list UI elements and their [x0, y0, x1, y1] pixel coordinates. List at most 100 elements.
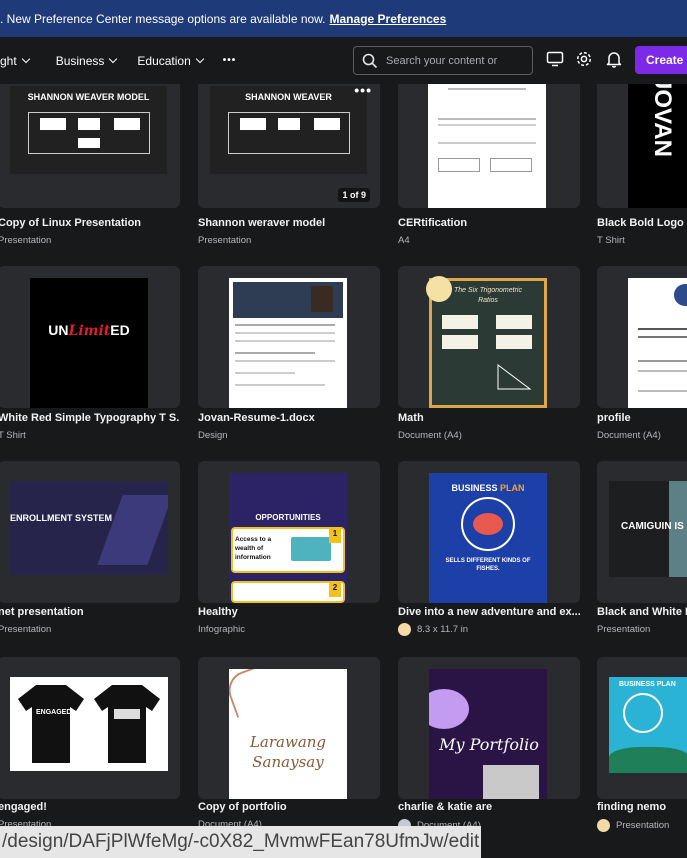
search-input[interactable]: [386, 54, 526, 67]
card-thumbnail[interactable]: ENGAGED: [0, 657, 180, 799]
typography-thumbnail: UNLimitED: [30, 278, 148, 408]
card-title[interactable]: engaged!: [0, 801, 180, 813]
card-title[interactable]: Copy of Linux Presentation: [0, 217, 180, 229]
card-title[interactable]: Dive into a new adventure and ex...: [398, 606, 580, 618]
card-type: T Shirt: [597, 235, 625, 246]
card-title[interactable]: Black and White M: [597, 606, 687, 618]
presentation-thumbnail: CAMIGUIN IS: [609, 481, 687, 577]
create-design-button[interactable]: Create a: [635, 46, 687, 74]
preference-banner: . New Preference Center message options …: [0, 0, 687, 37]
thumbnail-text: Ratios: [478, 297, 498, 304]
presentation-thumbnail: ENROLLMENT SYSTEM: [10, 481, 168, 575]
card-type: T Shirt: [0, 430, 26, 441]
search-icon: [362, 53, 378, 68]
thumbnail-text: Limit: [68, 323, 111, 339]
card-thumbnail[interactable]: [198, 266, 380, 408]
thumbnail-text: ENROLLMENT SYSTEM: [10, 513, 113, 523]
card-title[interactable]: Math: [398, 412, 580, 424]
card-subtitle: T Shirt: [0, 430, 26, 441]
search-bar[interactable]: [353, 46, 533, 75]
card-title[interactable]: finding nemo: [597, 801, 687, 813]
more-menu-button[interactable]: •••: [223, 55, 237, 66]
thumbnail-text: SELLS DIFFERENT KINDS OF FISHES.: [445, 558, 531, 572]
portfolio-thumbnail: My Portfolio: [429, 669, 547, 799]
thumbnail-text: CAMIGUIN IS: [621, 521, 684, 532]
card-title[interactable]: Shannon weraver model: [198, 217, 380, 229]
card-type: Presentation: [616, 820, 670, 831]
settings-gear-icon[interactable]: [574, 49, 594, 69]
card-title[interactable]: net presentation: [0, 606, 180, 618]
thumbnail-text: Larawang: [249, 733, 327, 751]
resume-thumbnail: [229, 278, 347, 408]
card-thumbnail[interactable]: OPPORTUNITIES Access to a wealth of info…: [198, 461, 380, 603]
chevron-down-icon: [109, 54, 118, 64]
thumbnail-text: OPPORTUNITIES: [255, 513, 321, 522]
thumbnail-text: My Portfolio: [439, 735, 539, 754]
thumbnail-text: 1: [329, 529, 341, 543]
card-thumbnail[interactable]: UNLimitED: [0, 266, 180, 408]
card-title[interactable]: charlie & katie are: [398, 801, 580, 813]
nav-item-label: Education: [137, 53, 191, 68]
card-title[interactable]: Jovan-Resume-1.docx: [198, 412, 380, 424]
notifications-bell-icon[interactable]: [604, 49, 624, 69]
tshirt-logo-thumbnail: JOVAN: [628, 84, 687, 208]
desktop-app-icon[interactable]: [545, 49, 565, 69]
thumbnail-text: ENGAGED: [36, 709, 72, 716]
avatar: [398, 623, 411, 636]
card-title[interactable]: Healthy: [198, 606, 380, 618]
nav-item-business[interactable]: Business: [56, 54, 118, 68]
card-type: Presentation: [198, 235, 252, 246]
card-thumbnail[interactable]: BUSINESS PLAN SELLS DIFFERENT KINDS OF F…: [398, 461, 580, 603]
banner-message: . New Preference Center message options …: [0, 11, 326, 26]
card-title[interactable]: CERtification: [398, 217, 580, 229]
chevron-down-icon: [21, 54, 30, 64]
card-title[interactable]: Copy of portfolio: [198, 801, 380, 813]
card-type: Document (A4): [398, 430, 462, 441]
profile-thumbnail: [628, 278, 687, 408]
manage-preferences-link[interactable]: Manage Preferences: [330, 12, 447, 26]
card-subtitle: Document (A4): [398, 430, 462, 441]
designs-grid: SHANNON WEAVER MODEL Copy of Linux Prese…: [0, 84, 687, 858]
presentation-thumbnail: SHANNON WEAVER: [210, 86, 367, 174]
card-subtitle: T Shirt: [597, 235, 625, 246]
card-type: Document (A4): [597, 430, 661, 441]
card-thumbnail[interactable]: [597, 266, 687, 408]
thumbnail-text: Sanaysay: [252, 753, 324, 771]
card-thumbnail[interactable]: CAMIGUIN IS: [597, 461, 687, 603]
nav-item-spotlight[interactable]: ght: [0, 54, 30, 68]
certificate-thumbnail: [428, 84, 546, 208]
card-type: 8.3 x 11.7 in: [417, 624, 469, 635]
card-thumbnail[interactable]: My Portfolio: [398, 657, 580, 799]
card-title[interactable]: Black Bold Logo T: [597, 217, 687, 229]
presentation-thumbnail: SHANNON WEAVER MODEL: [10, 86, 167, 174]
page-count-badge: 1 of 9: [338, 188, 370, 202]
status-bar-url: /design/DAFjPlWfeMg/-c0X82_MvmwFEan78Ufm…: [0, 826, 481, 858]
more-options-icon[interactable]: •••: [354, 84, 372, 98]
thumbnail-text: SHANNON WEAVER MODEL: [27, 92, 150, 102]
card-subtitle: Presentation: [0, 235, 51, 246]
card-subtitle: Document (A4): [597, 430, 661, 441]
card-title[interactable]: profile: [597, 412, 687, 424]
flower-decoration: [426, 276, 452, 302]
card-subtitle: Design: [198, 430, 228, 441]
card-subtitle: Infographic: [198, 624, 245, 635]
card-thumbnail[interactable]: SHANNON WEAVER MODEL: [0, 84, 180, 208]
thumbnail-text: 2: [329, 583, 341, 597]
thumbnail-text: PLAN: [500, 483, 525, 493]
card-type: Presentation: [0, 235, 52, 246]
card-thumbnail[interactable]: The Six Trigonometric Ratios: [398, 266, 580, 408]
chevron-down-icon: [195, 54, 205, 64]
card-subtitle: Presentation: [0, 624, 51, 635]
card-subtitle: Presentation: [198, 235, 251, 246]
card-thumbnail[interactable]: Larawang Sanaysay: [198, 657, 380, 799]
thumbnail-text: BUSINESS: [451, 483, 498, 493]
card-thumbnail[interactable]: SHANNON WEAVER 1 of 9: [198, 84, 380, 208]
card-thumbnail[interactable]: [398, 84, 580, 208]
card-type: Presentation: [0, 624, 52, 635]
nav-item-education[interactable]: Education: [137, 53, 205, 68]
card-title[interactable]: White Red Simple Typography T S...: [0, 412, 180, 424]
card-subtitle: A4: [398, 235, 410, 246]
card-thumbnail[interactable]: JOVAN: [597, 84, 687, 208]
card-thumbnail[interactable]: BUSINESS PLAN: [597, 657, 687, 799]
card-thumbnail[interactable]: ENROLLMENT SYSTEM: [0, 461, 180, 603]
